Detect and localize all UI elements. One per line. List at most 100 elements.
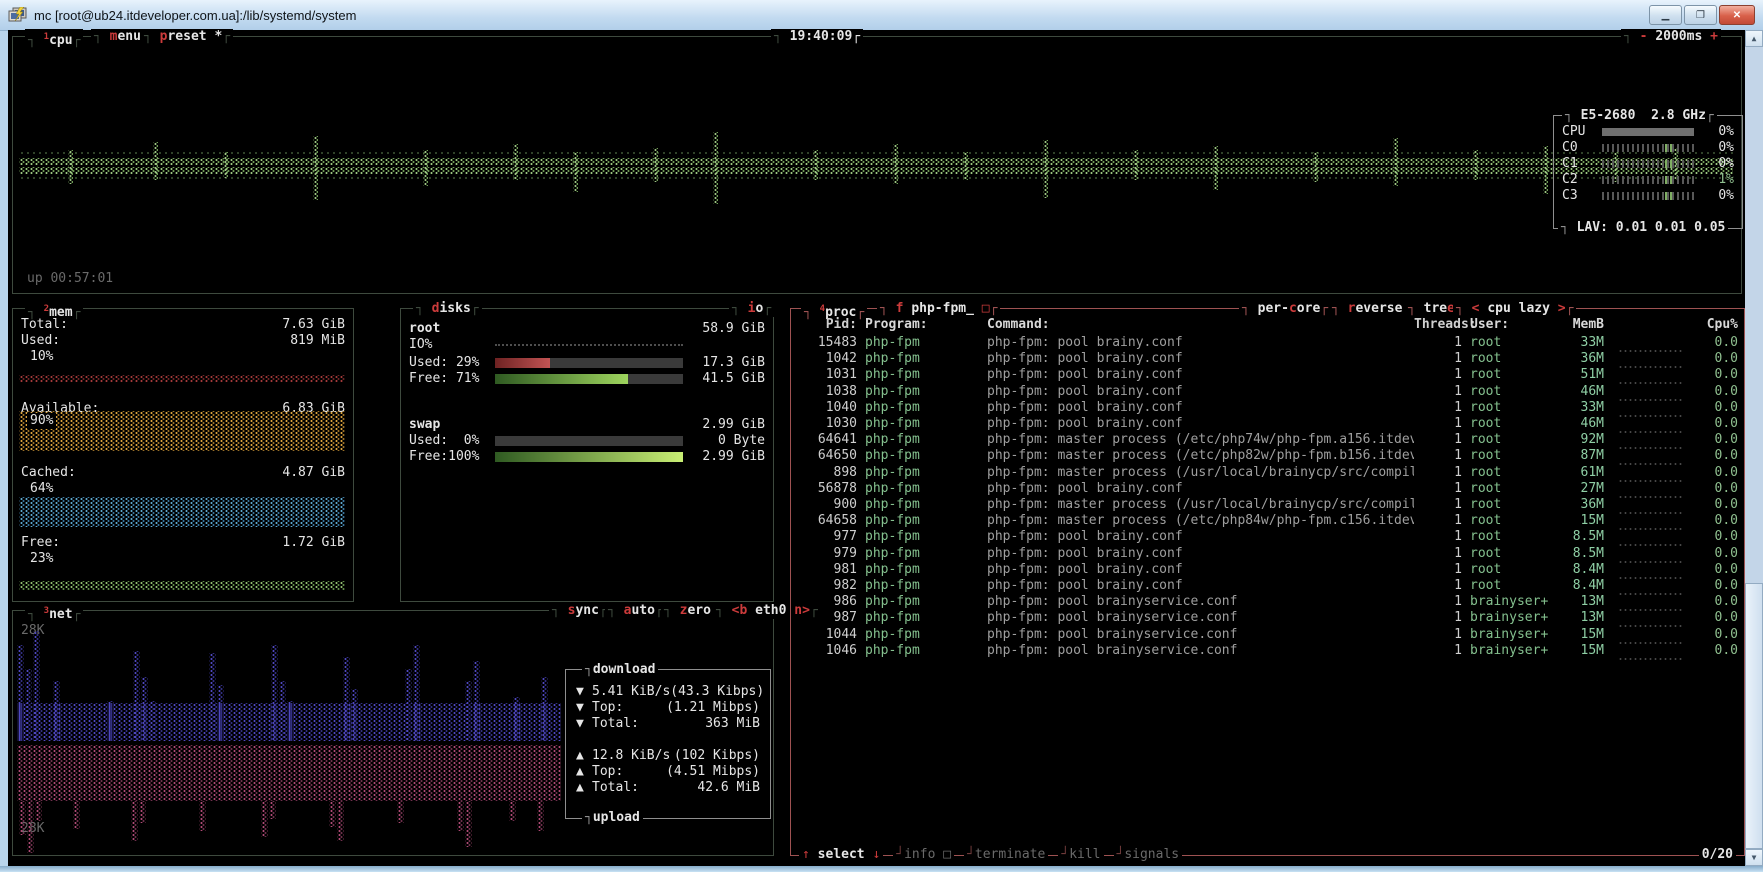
process-row[interactable]: 1044php-fpmphp-fpm: pool brainyservice.c… — [797, 627, 1738, 643]
process-user: root — [1462, 465, 1554, 481]
sort-next-button[interactable]: > — [1558, 301, 1566, 316]
preset-button[interactable]: preset * — [141, 29, 233, 45]
maximize-button[interactable]: ❐ — [1684, 5, 1717, 25]
process-command: php-fpm: pool brainy.conf — [973, 351, 1414, 367]
process-row[interactable]: 1040php-fpmphp-fpm: pool brainy.conf1roo… — [797, 400, 1738, 416]
upload-speed-row: ▲12.8 KiB/s(102 Kibps) — [576, 748, 760, 764]
process-row[interactable]: 1042php-fpmphp-fpm: pool brainy.conf1roo… — [797, 351, 1738, 367]
zero-label: ero — [687, 603, 710, 618]
process-row[interactable]: 986php-fpmphp-fpm: pool brainyservice.co… — [797, 594, 1738, 610]
reverse-toggle[interactable]: reverse — [1329, 301, 1413, 317]
process-program: php-fpm — [857, 643, 973, 659]
update-interval: - 2000ms + — [1621, 29, 1721, 45]
cpu-graph-tick — [1213, 146, 1218, 190]
cpu-graph-tick — [153, 142, 158, 180]
sort-prev-button[interactable]: < — [1472, 301, 1480, 316]
tab-disks[interactable]: disks — [413, 301, 482, 317]
process-row[interactable]: 981php-fpmphp-fpm: pool brainy.conf1root… — [797, 562, 1738, 578]
down-arrow-icon: ▼ — [576, 716, 592, 732]
tab-net[interactable]: 3net — [25, 603, 83, 623]
tab-io[interactable]: io — [729, 301, 774, 317]
process-row[interactable]: 64641php-fpmphp-fpm: master process (/et… — [797, 432, 1738, 448]
process-row[interactable]: 979php-fpmphp-fpm: pool brainy.conf1root… — [797, 546, 1738, 562]
cstate-row: C10% — [1562, 156, 1734, 172]
process-user: root — [1462, 481, 1554, 497]
disk-free-bar — [495, 374, 683, 384]
process-program: php-fpm — [857, 335, 973, 351]
titlebar[interactable]: mc [root@ub24.itdeveloper.com.ua]:/lib/s… — [0, 0, 1763, 31]
process-user: root — [1462, 384, 1554, 400]
scroll-down-button[interactable]: ▼ — [1745, 849, 1763, 866]
process-mem: 51M — [1554, 367, 1604, 383]
process-mem: 13M — [1554, 594, 1604, 610]
cpu-graph-tick — [713, 132, 718, 204]
minimize-button[interactable]: ▁ — [1649, 5, 1682, 25]
process-row[interactable]: 15483php-fpmphp-fpm: pool brainy.conf1ro… — [797, 335, 1738, 351]
process-mem: 46M — [1554, 416, 1604, 432]
process-row[interactable]: 64650php-fpmphp-fpm: master process (/et… — [797, 448, 1738, 464]
filter-text: php-fpm_ — [911, 301, 974, 316]
process-mem: 15M — [1554, 513, 1604, 529]
cpu-graph-tick — [1133, 150, 1138, 180]
net-graph-spike — [405, 669, 412, 741]
process-cpu: 0.0 — [1690, 335, 1738, 351]
select-up-icon[interactable]: ↑ — [802, 847, 810, 862]
process-row[interactable]: 1038php-fpmphp-fpm: pool brainy.conf1roo… — [797, 384, 1738, 400]
process-row[interactable]: 1031php-fpmphp-fpm: pool brainy.conf1roo… — [797, 367, 1738, 383]
process-row[interactable]: 56878php-fpmphp-fpm: pool brainy.conf1ro… — [797, 481, 1738, 497]
process-program: php-fpm — [857, 351, 973, 367]
process-row[interactable]: 898php-fpmphp-fpm: master process (/usr/… — [797, 465, 1738, 481]
process-command: php-fpm: pool brainy.conf — [973, 416, 1414, 432]
select-control[interactable]: ↑ select ↓ — [799, 847, 883, 863]
filter-clear-icon[interactable]: □ — [982, 301, 990, 316]
scrollbar[interactable]: ▲ ▼ — [1745, 30, 1763, 866]
disks-box: disks io root58.9 GiB IO% Used: 29% 17.3… — [400, 308, 774, 602]
cpu-total-row: CPU0% — [1562, 124, 1734, 140]
interval-plus-button[interactable]: + — [1710, 29, 1718, 44]
process-row[interactable]: 982php-fpmphp-fpm: pool brainy.conf1root… — [797, 578, 1738, 594]
iface-prev-button[interactable]: <b — [732, 603, 748, 618]
kill-button[interactable]: kill — [1058, 847, 1103, 863]
net-graph-spike — [27, 801, 34, 853]
close-button[interactable]: ✕ — [1719, 5, 1755, 25]
process-filter-input[interactable]: f php-fpm_ □ — [877, 301, 1000, 317]
net-graph-spike — [541, 677, 548, 741]
process-row[interactable]: 987php-fpmphp-fpm: pool brainyservice.co… — [797, 610, 1738, 626]
cpu-box: 1cpu menu preset * 19:40:09┌ - 2000ms + — [12, 36, 1742, 294]
download-top-row: ▼Top:(1.21 Mibps) — [576, 700, 760, 716]
process-cpu: 0.0 — [1690, 384, 1738, 400]
process-pid: 900 — [797, 497, 857, 513]
cpu-graph-tick — [573, 152, 578, 192]
info-button[interactable]: info □ — [893, 847, 954, 863]
mem-used-row: Used:819 MiB — [21, 333, 345, 349]
per-core-toggle[interactable]: per-core — [1239, 301, 1331, 317]
scrollbar-thumb[interactable] — [1745, 583, 1763, 849]
menu-label: enu — [117, 29, 140, 44]
process-cpu: 0.0 — [1690, 465, 1738, 481]
cpu-info-panel: E5-2680 2.8 GHz CPU0% C00% C10% C21% C30… — [1553, 115, 1743, 229]
down-arrow-icon: ▼ — [576, 684, 592, 700]
scroll-up-button[interactable]: ▲ — [1745, 30, 1763, 47]
terminate-button[interactable]: terminate — [964, 847, 1048, 863]
select-down-icon[interactable]: ↓ — [872, 847, 880, 862]
process-program: php-fpm — [857, 497, 973, 513]
tab-cpu[interactable]: 1cpu — [25, 29, 83, 49]
process-row[interactable]: 1030php-fpmphp-fpm: pool brainy.conf1roo… — [797, 416, 1738, 432]
signals-button[interactable]: signals — [1114, 847, 1183, 863]
process-row[interactable]: 64658php-fpmphp-fpm: master process (/et… — [797, 513, 1738, 529]
sort-selector[interactable]: < cpu lazy > — [1453, 301, 1576, 317]
process-user: root — [1462, 416, 1554, 432]
scroll-down-icon: ▼ — [1752, 853, 1757, 862]
auto-toggle[interactable]: auto — [605, 603, 666, 619]
process-mem: 36M — [1554, 351, 1604, 367]
cpu-graph-tick — [313, 136, 318, 200]
process-cpu: 0.0 — [1690, 400, 1738, 416]
process-row[interactable]: 977php-fpmphp-fpm: pool brainy.conf1root… — [797, 529, 1738, 545]
interval-minus-button[interactable]: - — [1640, 29, 1648, 44]
process-row[interactable]: 1046php-fpmphp-fpm: pool brainyservice.c… — [797, 643, 1738, 659]
window-border-bottom — [0, 866, 1763, 872]
process-row[interactable]: 900php-fpmphp-fpm: master process (/usr/… — [797, 497, 1738, 513]
net-box-label: net — [49, 607, 72, 622]
sync-toggle[interactable]: sync — [549, 603, 610, 619]
process-mem: 87M — [1554, 448, 1604, 464]
